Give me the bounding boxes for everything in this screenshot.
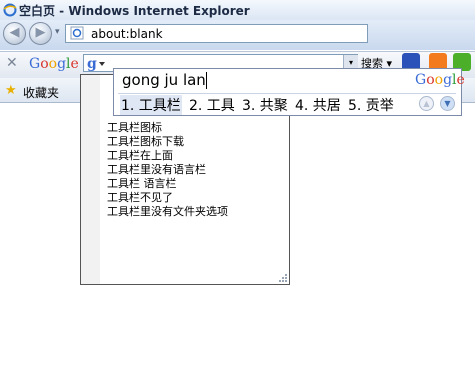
forward-arrow-icon: ▶ <box>35 25 46 40</box>
google-logo: Google <box>29 56 79 72</box>
window-title: 空白页 - Windows Internet Explorer <box>19 4 250 18</box>
suggestion-item[interactable]: 工具栏里没有文件夹选项 <box>107 203 228 219</box>
ie-icon <box>3 3 17 17</box>
suggestion-gutter <box>81 75 100 284</box>
forward-button[interactable]: ▶ <box>29 22 52 45</box>
favorites-star-icon[interactable]: ★ <box>5 83 17 98</box>
favorites-button[interactable]: 收藏夹 <box>23 84 59 101</box>
resize-grip-icon[interactable] <box>277 272 287 282</box>
text-caret <box>206 72 207 89</box>
ime-next-page-button[interactable]: ▼ <box>440 96 455 111</box>
address-input[interactable]: about:blank <box>91 27 163 41</box>
page-icon <box>70 26 84 40</box>
ime-composition: gong ju lan <box>122 71 206 89</box>
google-menu-button[interactable]: g <box>84 54 108 72</box>
ime-prev-page-button[interactable]: ▲ <box>419 96 434 111</box>
ime-candidate[interactable]: 5. 贡举 <box>348 95 394 115</box>
back-arrow-icon: ◀ <box>9 25 20 40</box>
svg-text:g: g <box>87 56 97 72</box>
ime-divider <box>118 93 456 94</box>
ime-candidate[interactable]: 3. 共聚 <box>242 95 288 115</box>
g-icon: g <box>87 56 105 72</box>
history-dropdown-icon[interactable]: ▾ <box>55 27 60 37</box>
ime-candidate[interactable]: 4. 共居 <box>295 95 341 115</box>
ime-candidate[interactable]: 2. 工具 <box>189 95 235 115</box>
back-button[interactable]: ◀ <box>3 22 26 45</box>
close-icon[interactable]: ✕ <box>6 55 18 71</box>
google-ime-logo: Google <box>415 72 465 88</box>
ime-candidate[interactable]: 1. 工具栏 <box>120 95 182 115</box>
